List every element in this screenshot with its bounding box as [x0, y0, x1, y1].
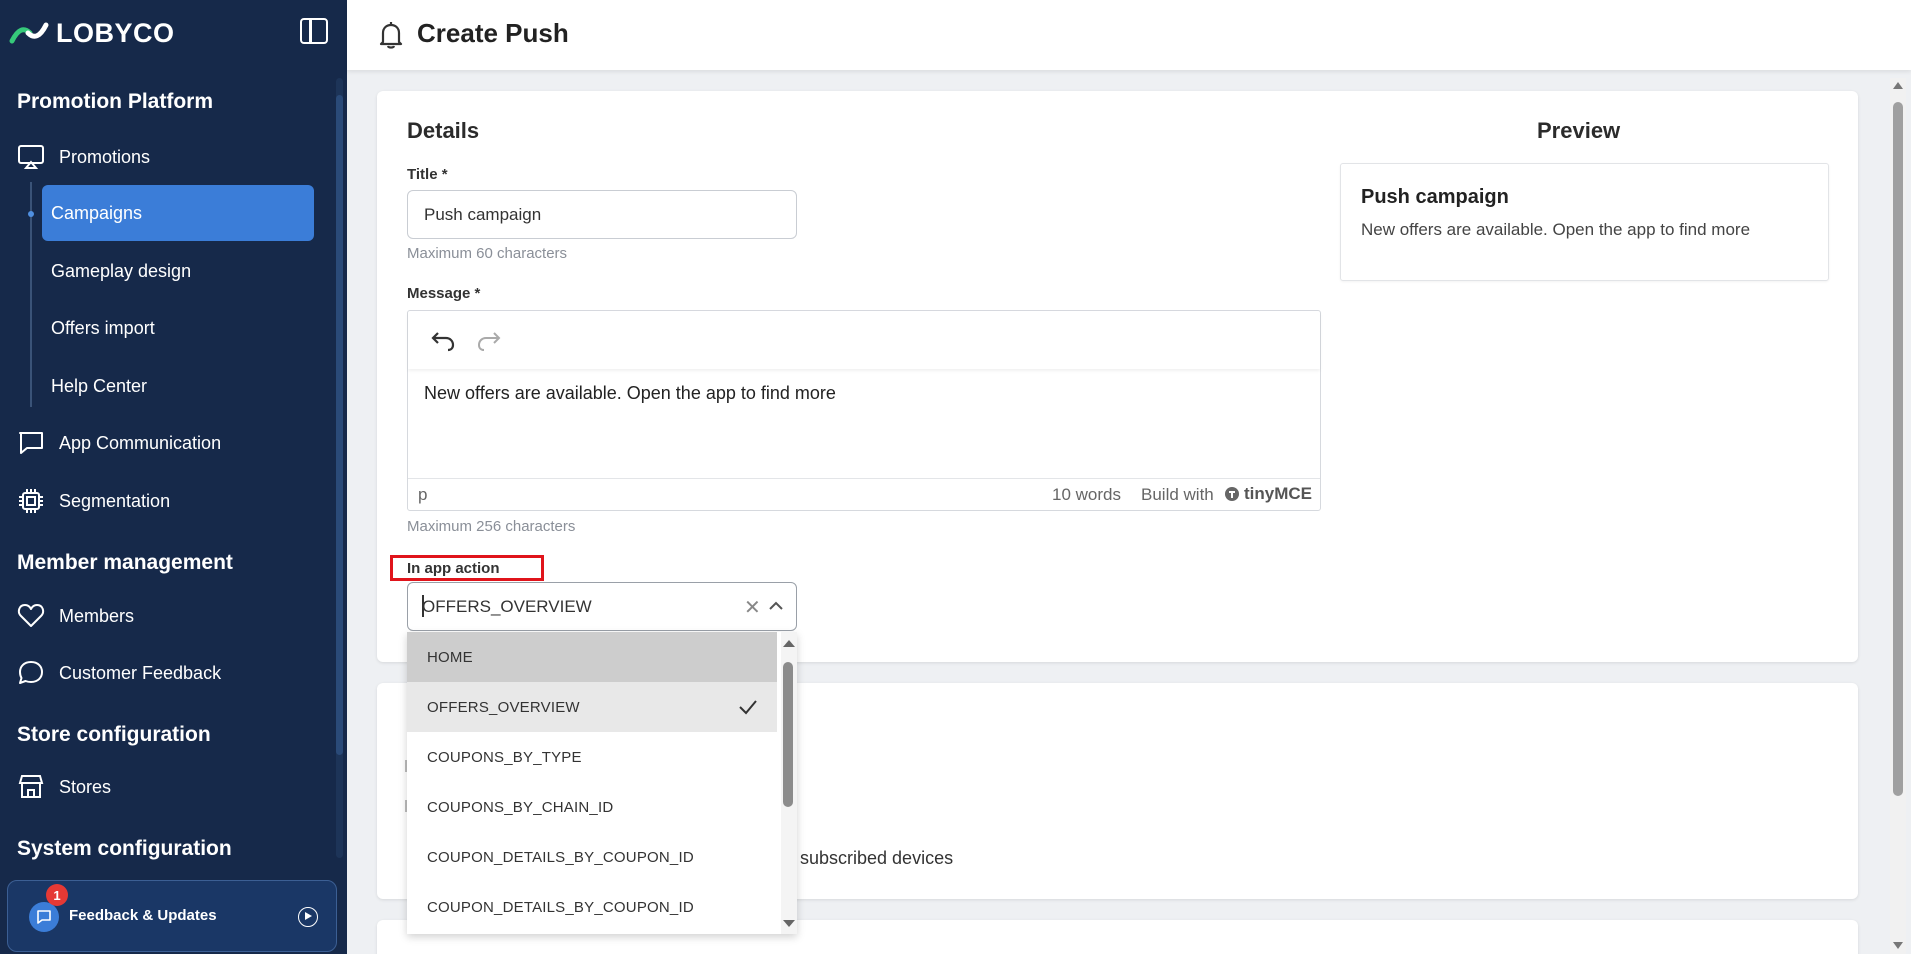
- sidebar-item-members[interactable]: Members: [17, 596, 134, 636]
- feedback-label: Feedback & Updates: [69, 907, 217, 924]
- brand[interactable]: LOBYCO: [8, 16, 175, 50]
- sidebar-item-promotions[interactable]: Promotions: [17, 137, 150, 177]
- page-title: Create Push: [417, 18, 569, 48]
- section-store-configuration: Store configuration: [17, 723, 211, 746]
- message-editor: New offers are available. Open the app t…: [407, 310, 1321, 511]
- chevron-up-icon[interactable]: [766, 596, 786, 616]
- notification-badge: 1: [46, 884, 68, 906]
- sidebar-item-campaigns[interactable]: Campaigns: [42, 185, 314, 241]
- in-app-action-label-highlight: In app action: [390, 555, 544, 581]
- preview-push-title: Push campaign: [1361, 186, 1509, 208]
- chip-icon: [19, 489, 43, 513]
- chat-square-icon: [19, 432, 43, 454]
- main-scroll-up-icon[interactable]: [1893, 82, 1903, 89]
- main-scroll-down-icon[interactable]: [1893, 942, 1903, 949]
- in-app-action-select[interactable]: OFFERS_OVERVIEW ✕: [407, 582, 797, 631]
- sidebar-item-offers-import[interactable]: Offers import: [42, 300, 314, 356]
- push-preview: Push campaign New offers are available. …: [1340, 163, 1829, 281]
- sidebar-scrollbar[interactable]: [336, 95, 343, 755]
- message-hint: Maximum 256 characters: [407, 518, 576, 535]
- subscribed-devices-text: subscribed devices: [800, 848, 954, 868]
- option-offers-overview[interactable]: OFFERS_OVERVIEW: [407, 682, 777, 732]
- section-system-configuration: System configuration: [17, 837, 232, 860]
- store-icon: [18, 775, 44, 798]
- build-with-text: Build with: [1141, 485, 1214, 504]
- title-hint: Maximum 60 characters: [407, 245, 568, 262]
- section-member-management: Member management: [17, 551, 233, 574]
- in-app-action-label: In app action: [407, 560, 500, 577]
- sidebar-item-stores[interactable]: Stores: [17, 767, 111, 807]
- clear-icon[interactable]: ✕: [744, 595, 761, 620]
- heart-icon: [17, 604, 45, 627]
- message-textarea[interactable]: New offers are available. Open the app t…: [424, 383, 836, 404]
- sidebar-item-help-center[interactable]: Help Center: [42, 358, 314, 414]
- title-label: Title *: [407, 166, 448, 183]
- preview-heading: Preview: [1537, 118, 1621, 143]
- brand-name: LOBYCO: [56, 17, 175, 48]
- option-coupons-by-type[interactable]: COUPONS_BY_TYPE: [407, 732, 777, 782]
- sidebar-toggle-icon[interactable]: [300, 18, 328, 44]
- title-input[interactable]: Push campaign: [407, 190, 797, 239]
- details-heading: Details: [407, 118, 480, 143]
- word-count[interactable]: 10 words: [1052, 485, 1121, 505]
- feedback-updates-button[interactable]: 1 Feedback & Updates: [7, 880, 337, 952]
- editor-statusbar: p 10 words Build with tinyMCE: [408, 478, 1320, 510]
- active-dot: [28, 211, 34, 217]
- redo-icon[interactable]: [476, 329, 502, 353]
- element-path[interactable]: p: [418, 485, 427, 505]
- play-circle-icon: [298, 907, 318, 927]
- monitor-icon: [18, 145, 44, 169]
- message-label: Message *: [407, 285, 481, 302]
- sidebar-item-customer-feedback[interactable]: Customer Feedback: [17, 653, 221, 693]
- sidebar-item-gameplay-design[interactable]: Gameplay design: [42, 243, 314, 299]
- option-coupon-details-by-coupon-id-2[interactable]: COUPON_DETAILS_BY_COUPON_ID: [407, 882, 777, 932]
- lobyco-logo-icon: [9, 22, 49, 44]
- check-icon: [739, 700, 757, 715]
- sidebar-item-segmentation[interactable]: Segmentation: [17, 481, 170, 521]
- tinymce-icon: [1225, 487, 1239, 501]
- page-header: Create Push: [347, 0, 1911, 70]
- select-value: OFFERS_OVERVIEW: [422, 597, 592, 616]
- option-home[interactable]: HOME: [407, 632, 777, 682]
- scroll-up-arrow-icon[interactable]: [783, 640, 795, 647]
- sidebar-item-app-communication[interactable]: App Communication: [17, 423, 221, 463]
- main-scrollbar[interactable]: [1893, 102, 1903, 796]
- option-coupons-by-chain-id[interactable]: COUPONS_BY_CHAIN_ID: [407, 782, 777, 832]
- dropdown-scrollbar[interactable]: [783, 662, 793, 807]
- editor-toolbar: [408, 311, 1320, 369]
- tinymce-logo[interactable]: tinyMCE: [1224, 484, 1312, 504]
- text-caret: [422, 595, 424, 617]
- undo-icon[interactable]: [430, 329, 456, 353]
- bell-icon: [379, 22, 403, 49]
- preview-push-message: New offers are available. Open the app t…: [1361, 220, 1751, 239]
- chat-bubble-icon: [19, 661, 43, 684]
- in-app-action-dropdown: HOME OFFERS_OVERVIEW COUPONS_BY_TYPE COU…: [407, 632, 797, 934]
- scroll-down-arrow-icon[interactable]: [783, 920, 795, 927]
- section-promotion-platform: Promotion Platform: [17, 90, 214, 113]
- sidebar: LOBYCO Promotion Platform Promotions Cam…: [0, 0, 347, 954]
- option-coupon-details-by-coupon-id[interactable]: COUPON_DETAILS_BY_COUPON_ID: [407, 832, 777, 882]
- message-icon: [29, 902, 59, 932]
